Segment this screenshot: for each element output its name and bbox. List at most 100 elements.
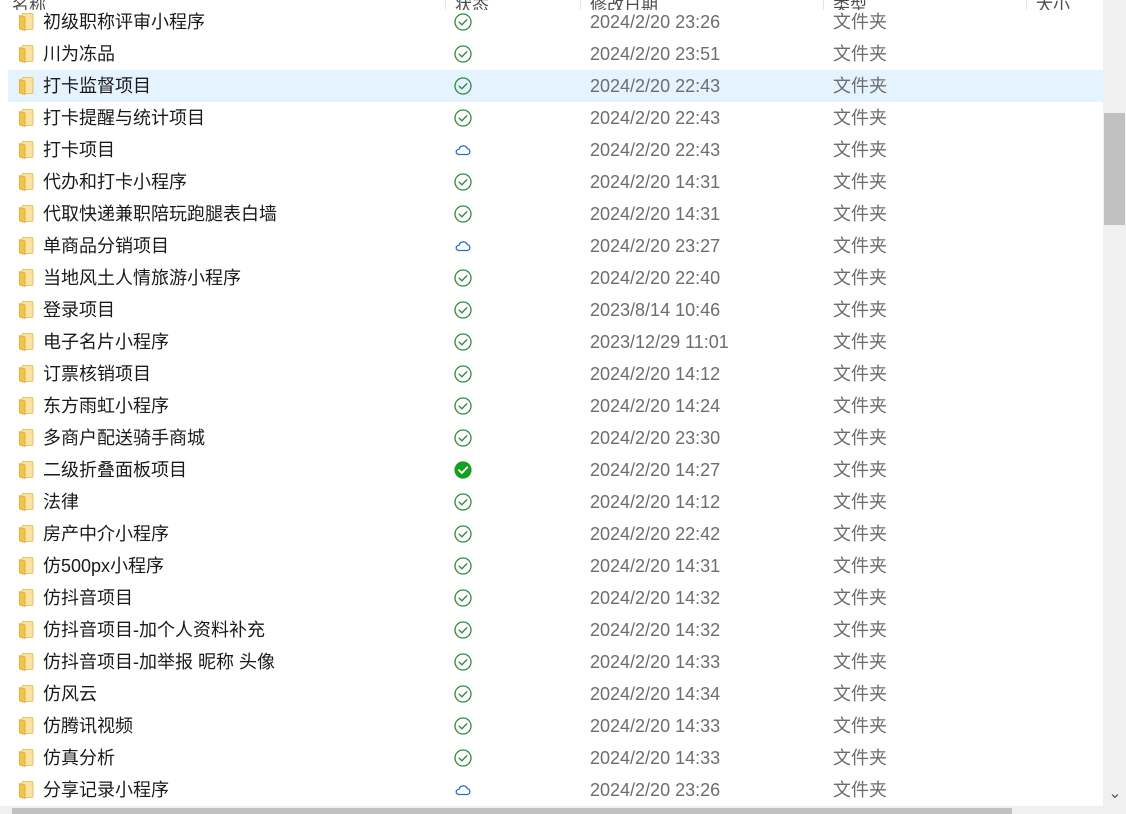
folder-row[interactable]: 仿抖音项目 2024/2/20 14:32 文件夹 bbox=[8, 582, 1103, 614]
file-type: 文件夹 bbox=[833, 12, 887, 32]
folder-icon bbox=[19, 493, 34, 511]
file-type: 文件夹 bbox=[833, 140, 887, 160]
folder-row[interactable]: 初级职称评审小程序 2024/2/20 23:26 文件夹 bbox=[8, 6, 1103, 38]
folder-icon bbox=[19, 397, 34, 415]
folder-row[interactable]: 订票核销项目 2024/2/20 14:12 文件夹 bbox=[8, 358, 1103, 390]
file-name: 打卡提醒与统计项目 bbox=[43, 108, 205, 128]
file-type: 文件夹 bbox=[833, 300, 887, 320]
folder-row[interactable]: 打卡监督项目 2024/2/20 22:43 文件夹 bbox=[8, 70, 1103, 102]
scroll-down-arrow-icon[interactable]: ⌄ bbox=[1106, 784, 1124, 804]
folder-row[interactable]: 代取快递兼职陪玩跑腿表白墙 2024/2/20 14:31 文件夹 bbox=[8, 198, 1103, 230]
folder-row[interactable]: 代办和打卡小程序 2024/2/20 14:31 文件夹 bbox=[8, 166, 1103, 198]
synced-check-icon bbox=[454, 717, 472, 735]
folder-icon bbox=[19, 557, 34, 575]
folder-row[interactable]: 打卡项目 2024/2/20 22:43 文件夹 bbox=[8, 134, 1103, 166]
modified-date: 2024/2/20 14:31 bbox=[590, 172, 721, 192]
modified-date: 2024/2/20 14:12 bbox=[590, 492, 721, 512]
file-name: 单商品分销项目 bbox=[43, 236, 169, 256]
file-name: 仿抖音项目-加举报 昵称 头像 bbox=[43, 652, 275, 672]
file-type: 文件夹 bbox=[833, 108, 887, 128]
folder-icon bbox=[19, 301, 34, 319]
folder-icon bbox=[19, 333, 34, 351]
synced-check-icon bbox=[454, 173, 472, 191]
folder-row[interactable]: 打卡提醒与统计项目 2024/2/20 22:43 文件夹 bbox=[8, 102, 1103, 134]
modified-date: 2024/2/20 23:30 bbox=[590, 428, 721, 448]
folder-icon bbox=[19, 589, 34, 607]
vertical-scrollbar[interactable] bbox=[1103, 0, 1126, 814]
file-type: 文件夹 bbox=[833, 460, 887, 480]
file-name: 代办和打卡小程序 bbox=[43, 172, 187, 192]
folder-icon bbox=[19, 365, 34, 383]
file-name: 仿500px小程序 bbox=[43, 556, 165, 576]
modified-date: 2023/8/14 10:46 bbox=[590, 300, 721, 320]
folder-icon bbox=[19, 141, 34, 159]
synced-check-icon bbox=[454, 749, 472, 767]
modified-date: 2024/2/20 23:27 bbox=[590, 236, 721, 256]
modified-date: 2024/2/20 22:42 bbox=[590, 524, 721, 544]
modified-date: 2024/2/20 14:33 bbox=[590, 716, 721, 736]
folder-row[interactable]: 多商户配送骑手商城 2024/2/20 23:30 文件夹 bbox=[8, 422, 1103, 454]
folder-row[interactable]: 分享记录小程序 2024/2/20 23:26 文件夹 bbox=[8, 774, 1103, 806]
folder-row[interactable]: 仿抖音项目-加个人资料补充 2024/2/20 14:32 文件夹 bbox=[8, 614, 1103, 646]
folder-icon bbox=[19, 429, 34, 447]
folder-icon bbox=[19, 13, 34, 31]
synced-check-icon bbox=[454, 621, 472, 639]
synced-check-icon bbox=[454, 493, 472, 511]
file-type: 文件夹 bbox=[833, 492, 887, 512]
folder-row[interactable]: 电子名片小程序 2023/12/29 11:01 文件夹 bbox=[8, 326, 1103, 358]
synced-check-icon bbox=[454, 109, 472, 127]
folder-row[interactable]: 仿腾讯视频 2024/2/20 14:33 文件夹 bbox=[8, 710, 1103, 742]
synced-check-icon bbox=[454, 269, 472, 287]
file-name: 川为冻品 bbox=[43, 44, 115, 64]
file-name: 电子名片小程序 bbox=[43, 332, 169, 352]
file-name: 分享记录小程序 bbox=[43, 780, 169, 800]
folder-icon bbox=[19, 205, 34, 223]
folder-row[interactable]: 登录项目 2023/8/14 10:46 文件夹 bbox=[8, 294, 1103, 326]
folder-icon bbox=[19, 461, 34, 479]
file-name: 东方雨虹小程序 bbox=[43, 396, 169, 416]
modified-date: 2024/2/20 22:43 bbox=[590, 76, 721, 96]
horizontal-scrollbar[interactable] bbox=[0, 806, 1103, 814]
folder-row[interactable]: 单商品分销项目 2024/2/20 23:27 文件夹 bbox=[8, 230, 1103, 262]
file-name: 登录项目 bbox=[43, 300, 115, 320]
folder-row[interactable]: 仿500px小程序 2024/2/20 14:31 文件夹 bbox=[8, 550, 1103, 582]
file-name: 仿抖音项目-加个人资料补充 bbox=[43, 620, 265, 640]
modified-date: 2024/2/20 14:31 bbox=[590, 204, 721, 224]
synced-check-icon bbox=[454, 429, 472, 447]
folder-icon bbox=[19, 77, 34, 95]
folder-row[interactable]: 川为冻品 2024/2/20 23:51 文件夹 bbox=[8, 38, 1103, 70]
file-name: 初级职称评审小程序 bbox=[43, 12, 205, 32]
file-name: 房产中介小程序 bbox=[43, 524, 169, 544]
folder-icon bbox=[19, 173, 34, 191]
modified-date: 2024/2/20 22:43 bbox=[590, 140, 721, 160]
folder-icon bbox=[19, 525, 34, 543]
synced-check-icon bbox=[454, 301, 472, 319]
folder-icon bbox=[19, 653, 34, 671]
file-type: 文件夹 bbox=[833, 428, 887, 448]
folder-row[interactable]: 仿真分析 2024/2/20 14:33 文件夹 bbox=[8, 742, 1103, 774]
file-type: 文件夹 bbox=[833, 204, 887, 224]
synced-check-icon bbox=[454, 365, 472, 383]
folder-icon bbox=[19, 237, 34, 255]
folder-row[interactable]: 东方雨虹小程序 2024/2/20 14:24 文件夹 bbox=[8, 390, 1103, 422]
file-name: 代取快递兼职陪玩跑腿表白墙 bbox=[43, 204, 277, 224]
folder-row[interactable]: 二级折叠面板项目 2024/2/20 14:27 文件夹 bbox=[8, 454, 1103, 486]
folder-row[interactable]: 当地风土人情旅游小程序 2024/2/20 22:40 文件夹 bbox=[8, 262, 1103, 294]
file-type: 文件夹 bbox=[833, 780, 887, 800]
folder-row[interactable]: 房产中介小程序 2024/2/20 22:42 文件夹 bbox=[8, 518, 1103, 550]
vertical-scrollbar-thumb[interactable] bbox=[1104, 113, 1125, 225]
synced-check-icon bbox=[454, 333, 472, 351]
modified-date: 2024/2/20 22:43 bbox=[590, 108, 721, 128]
folder-row[interactable]: 仿抖音项目-加举报 昵称 头像 2024/2/20 14:33 文件夹 bbox=[8, 646, 1103, 678]
folder-row[interactable]: 仿风云 2024/2/20 14:34 文件夹 bbox=[8, 678, 1103, 710]
horizontal-scrollbar-thumb[interactable] bbox=[12, 808, 1012, 814]
file-name: 仿抖音项目 bbox=[43, 588, 133, 608]
folder-icon bbox=[19, 45, 34, 63]
file-type: 文件夹 bbox=[833, 44, 887, 64]
modified-date: 2023/12/29 11:01 bbox=[590, 332, 729, 352]
folder-icon bbox=[19, 109, 34, 127]
modified-date: 2024/2/20 14:34 bbox=[590, 684, 721, 704]
synced-check-icon bbox=[454, 397, 472, 415]
file-type: 文件夹 bbox=[833, 76, 887, 96]
folder-row[interactable]: 法律 2024/2/20 14:12 文件夹 bbox=[8, 486, 1103, 518]
